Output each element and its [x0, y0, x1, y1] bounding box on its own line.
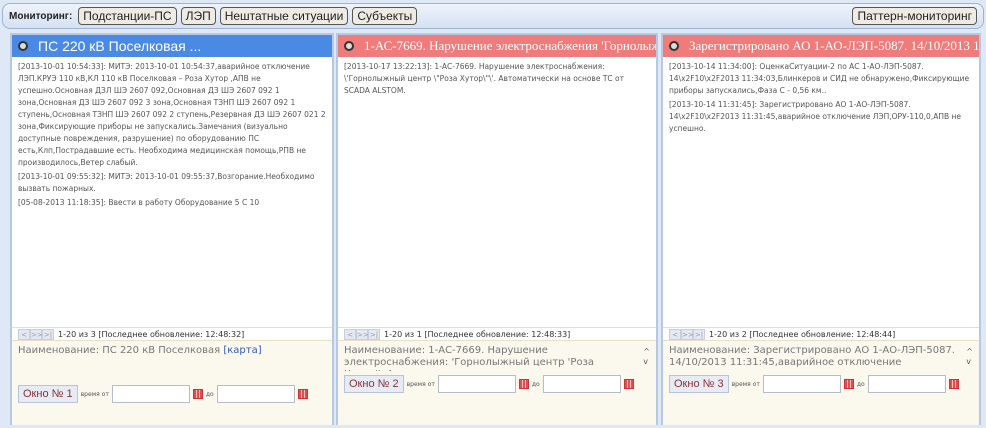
- next-page-icon[interactable]: >>: [30, 328, 43, 340]
- panel-title: Зарегистрировано АО 1-АО-ЛЭП-5087. 14/10…: [689, 38, 979, 53]
- window-button[interactable]: Окно № 2: [344, 375, 404, 393]
- message-list: [2013-10-14 11:34:00]: ОценкаСитуации-2 …: [663, 57, 979, 327]
- time-from-input[interactable]: [762, 375, 841, 393]
- message-list: [2013-10-17 13:22:13]: 1-АС-7669. Наруше…: [338, 57, 656, 327]
- time-from-input[interactable]: [437, 375, 516, 393]
- power-lines-button[interactable]: ЛЭП: [180, 7, 216, 25]
- panel-title: 1-АС-7669. Нарушение электроснабжения 'Г…: [364, 38, 656, 53]
- last-page-icon[interactable]: >|: [693, 328, 705, 340]
- substations-button[interactable]: Подстанции-ПС: [78, 7, 177, 25]
- name-scroll-arrows[interactable]: ^ v: [643, 347, 650, 367]
- panel-header[interactable]: Зарегистрировано АО 1-АО-ЛЭП-5087. 14/10…: [663, 35, 979, 57]
- monitor-panel-3: Зарегистрировано АО 1-АО-ЛЭП-5087. 14/10…: [661, 33, 981, 425]
- panel-footer: Наименование: Зарегистрировано АО 1-АО-Л…: [663, 341, 979, 425]
- map-link[interactable]: [карта]: [223, 345, 261, 356]
- monitor-panel-2: 1-АС-7669. Нарушение электроснабжения 'Г…: [336, 33, 658, 425]
- pager-status: 1-20 из 1 [Последнее обновление: 12:48:3…: [384, 329, 571, 339]
- power-icon[interactable]: [18, 41, 28, 51]
- message-list: [2013-10-01 10:54:33]: МИТЭ: 2013-10-01 …: [12, 57, 332, 327]
- toolbar-label: Мониторинг:: [9, 10, 73, 22]
- message-item: [2013-10-14 11:31:45]: Зарегистрировано …: [669, 100, 962, 133]
- message-item: [2013-10-01 09:55:32]: МИТЭ: 2013-10-01 …: [18, 172, 315, 193]
- window-button[interactable]: Окно № 1: [18, 385, 78, 403]
- message-item: [2013-10-14 11:34:00]: ОценкаСитуации-2 …: [669, 62, 970, 95]
- pager: < >> >| 1-20 из 1 [Последнее обновление: 1…: [338, 327, 656, 341]
- time-to-input[interactable]: [867, 375, 946, 393]
- emergencies-button[interactable]: Нештатные ситуации: [219, 7, 349, 25]
- time-from-label: время от: [406, 380, 435, 388]
- power-icon[interactable]: [344, 41, 354, 51]
- panel-name-text: Наименование: 1-АС-7669. Нарушение элект…: [344, 345, 595, 371]
- window-button[interactable]: Окно № 3: [669, 375, 729, 393]
- panel-header[interactable]: 1-АС-7669. Нарушение электроснабжения 'Г…: [338, 35, 656, 57]
- time-to-label: до: [856, 380, 865, 388]
- last-page-icon[interactable]: >|: [368, 328, 380, 340]
- pager-status: 1-20 из 3 [Последнее обновление: 12:48:3…: [58, 329, 245, 339]
- time-from-label: время от: [731, 380, 760, 388]
- time-to-input[interactable]: [542, 375, 621, 393]
- subjects-button[interactable]: Субъекты: [352, 7, 418, 25]
- pattern-monitoring-button[interactable]: Паттерн-мониторинг: [852, 7, 977, 25]
- message-item: [2013-10-17 13:22:13]: 1-АС-7669. Наруше…: [344, 62, 625, 95]
- panel-footer: Наименование: ПС 220 кВ Поселковая [карт…: [12, 341, 332, 425]
- panel-header[interactable]: ПС 220 кВ Поселковая ...: [12, 35, 332, 57]
- calendar-icon[interactable]: [948, 379, 959, 389]
- prev-page-icon[interactable]: <: [669, 328, 681, 340]
- panel-title: ПС 220 кВ Поселковая ...: [38, 38, 202, 54]
- pager-status: 1-20 из 2 [Последнее обновление: 12:48:4…: [709, 329, 896, 339]
- next-page-icon[interactable]: >>: [356, 328, 369, 340]
- last-page-icon[interactable]: >|: [42, 328, 54, 340]
- pager: < >> >| 1-20 из 3 [Последнее обновление: 1…: [12, 327, 332, 341]
- time-from-input[interactable]: [111, 385, 190, 403]
- panel-name: Наименование: ПС 220 кВ Поселковая [карт…: [18, 345, 326, 371]
- calendar-icon[interactable]: [843, 379, 854, 389]
- calendar-icon[interactable]: [192, 389, 203, 399]
- power-icon[interactable]: [669, 41, 679, 51]
- monitoring-toolbar: Мониторинг: Подстанции-ПС ЛЭП Нештатные …: [2, 3, 984, 29]
- panel-name-text: Наименование: Зарегистрировано АО 1-АО-Л…: [669, 345, 955, 368]
- name-scroll-arrows[interactable]: ^ v: [966, 347, 973, 367]
- panel-footer: Наименование: 1-АС-7669. Нарушение элект…: [338, 341, 656, 425]
- calendar-icon[interactable]: [297, 389, 308, 399]
- message-item: [05-08-2013 11:18:35]: Ввести в работу О…: [18, 198, 260, 207]
- prev-page-icon[interactable]: <: [344, 328, 356, 340]
- next-page-icon[interactable]: >>: [681, 328, 694, 340]
- time-to-label: до: [531, 380, 540, 388]
- calendar-icon[interactable]: [623, 379, 634, 389]
- calendar-icon[interactable]: [518, 379, 529, 389]
- prev-page-icon[interactable]: <: [18, 328, 30, 340]
- time-to-input[interactable]: [216, 385, 295, 403]
- monitor-panel-1: ПС 220 кВ Поселковая ... [2013-10-01 10:…: [10, 33, 334, 425]
- time-to-label: до: [205, 390, 214, 398]
- message-item: [2013-10-01 10:54:33]: МИТЭ: 2013-10-01 …: [18, 62, 326, 167]
- panel-name-text: Наименование: ПС 220 кВ Поселковая: [18, 345, 221, 356]
- panel-name: Наименование: 1-АС-7669. Нарушение элект…: [344, 345, 650, 371]
- pager: < >> >| 1-20 из 2 [Последнее обновление: 1…: [663, 327, 979, 341]
- panel-name: Наименование: Зарегистрировано АО 1-АО-Л…: [669, 345, 973, 371]
- time-from-label: время от: [80, 390, 109, 398]
